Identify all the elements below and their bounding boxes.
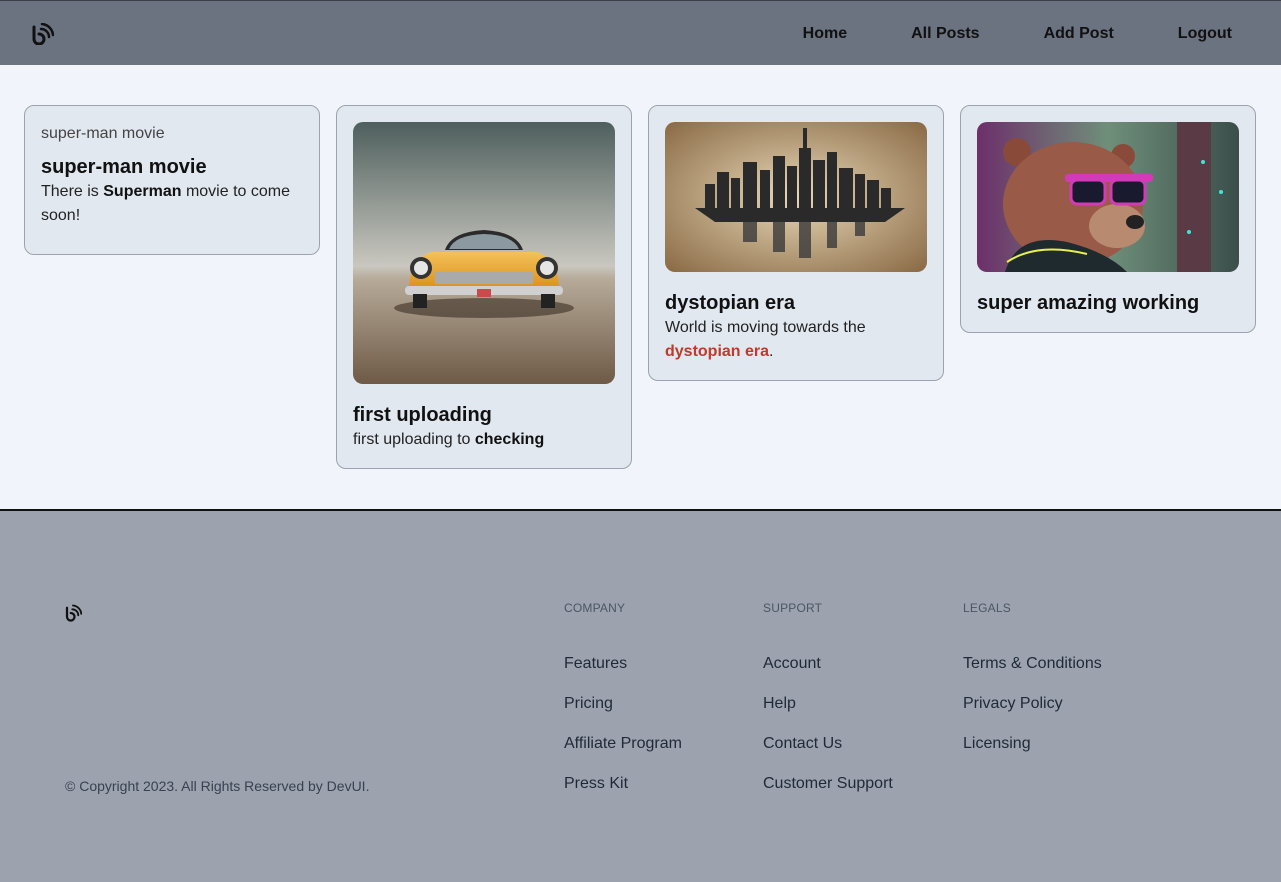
top-navbar: Home All Posts Add Post Logout xyxy=(0,0,1281,65)
logo-icon[interactable] xyxy=(30,23,54,45)
nav-add-post-link[interactable]: Add Post xyxy=(1044,25,1114,43)
nav-all-posts-link[interactable]: All Posts xyxy=(911,25,979,43)
post-image-city xyxy=(665,122,927,272)
footer-legals-column: LEGALS Terms & Conditions Privacy Policy… xyxy=(963,601,1102,773)
footer-support-column: SUPPORT Account Help Contact Us Customer… xyxy=(763,601,893,813)
nav-home-link[interactable]: Home xyxy=(803,25,847,43)
post-card-first-uploading[interactable]: first uploading first uploading to check… xyxy=(336,105,632,469)
post-image-car xyxy=(353,122,615,384)
post-body: There is Superman movie to come soon! xyxy=(41,183,290,224)
footer: © Copyright 2023. All Rights Reserved by… xyxy=(0,509,1281,882)
footer-affiliate-program-link[interactable]: Affiliate Program xyxy=(564,733,682,755)
footer-company-heading: COMPANY xyxy=(564,601,626,615)
nav-logout-link[interactable]: Logout xyxy=(1178,25,1232,43)
footer-licensing-link[interactable]: Licensing xyxy=(963,733,1102,755)
posts-grid: super-man movie super-man movie There is… xyxy=(0,65,1281,509)
footer-account-link[interactable]: Account xyxy=(763,653,893,675)
footer-contact-us-link[interactable]: Contact Us xyxy=(763,733,893,755)
post-title: super amazing working xyxy=(977,292,1200,314)
footer-logo-icon[interactable] xyxy=(64,604,82,622)
nav-links: Home All Posts Add Post Logout xyxy=(739,1,1232,66)
post-card-super-amazing[interactable]: super amazing working xyxy=(960,105,1256,333)
post-body: World is moving towards the dystopian er… xyxy=(665,319,866,360)
post-title: first uploading xyxy=(353,404,492,426)
post-card-superman[interactable]: super-man movie super-man movie There is… xyxy=(24,105,320,255)
broken-image-alt: super-man movie xyxy=(41,125,165,142)
footer-company-column: COMPANY Features Pricing Affiliate Progr… xyxy=(564,601,682,813)
footer-customer-support-link[interactable]: Customer Support xyxy=(763,773,893,795)
copyright-text: © Copyright 2023. All Rights Reserved by… xyxy=(65,778,370,794)
footer-legals-heading: LEGALS xyxy=(963,601,1011,615)
footer-terms-link[interactable]: Terms & Conditions xyxy=(963,653,1102,675)
footer-help-link[interactable]: Help xyxy=(763,693,893,715)
footer-features-link[interactable]: Features xyxy=(564,653,682,675)
footer-privacy-policy-link[interactable]: Privacy Policy xyxy=(963,693,1102,715)
post-card-dystopian[interactable]: dystopian era World is moving towards th… xyxy=(648,105,944,381)
footer-support-heading: SUPPORT xyxy=(763,601,823,615)
post-image-bear xyxy=(977,122,1239,272)
footer-press-kit-link[interactable]: Press Kit xyxy=(564,773,682,795)
post-title: super-man movie xyxy=(41,156,207,178)
post-body: first uploading to checking xyxy=(353,431,545,448)
post-title: dystopian era xyxy=(665,292,796,314)
footer-pricing-link[interactable]: Pricing xyxy=(564,693,682,715)
